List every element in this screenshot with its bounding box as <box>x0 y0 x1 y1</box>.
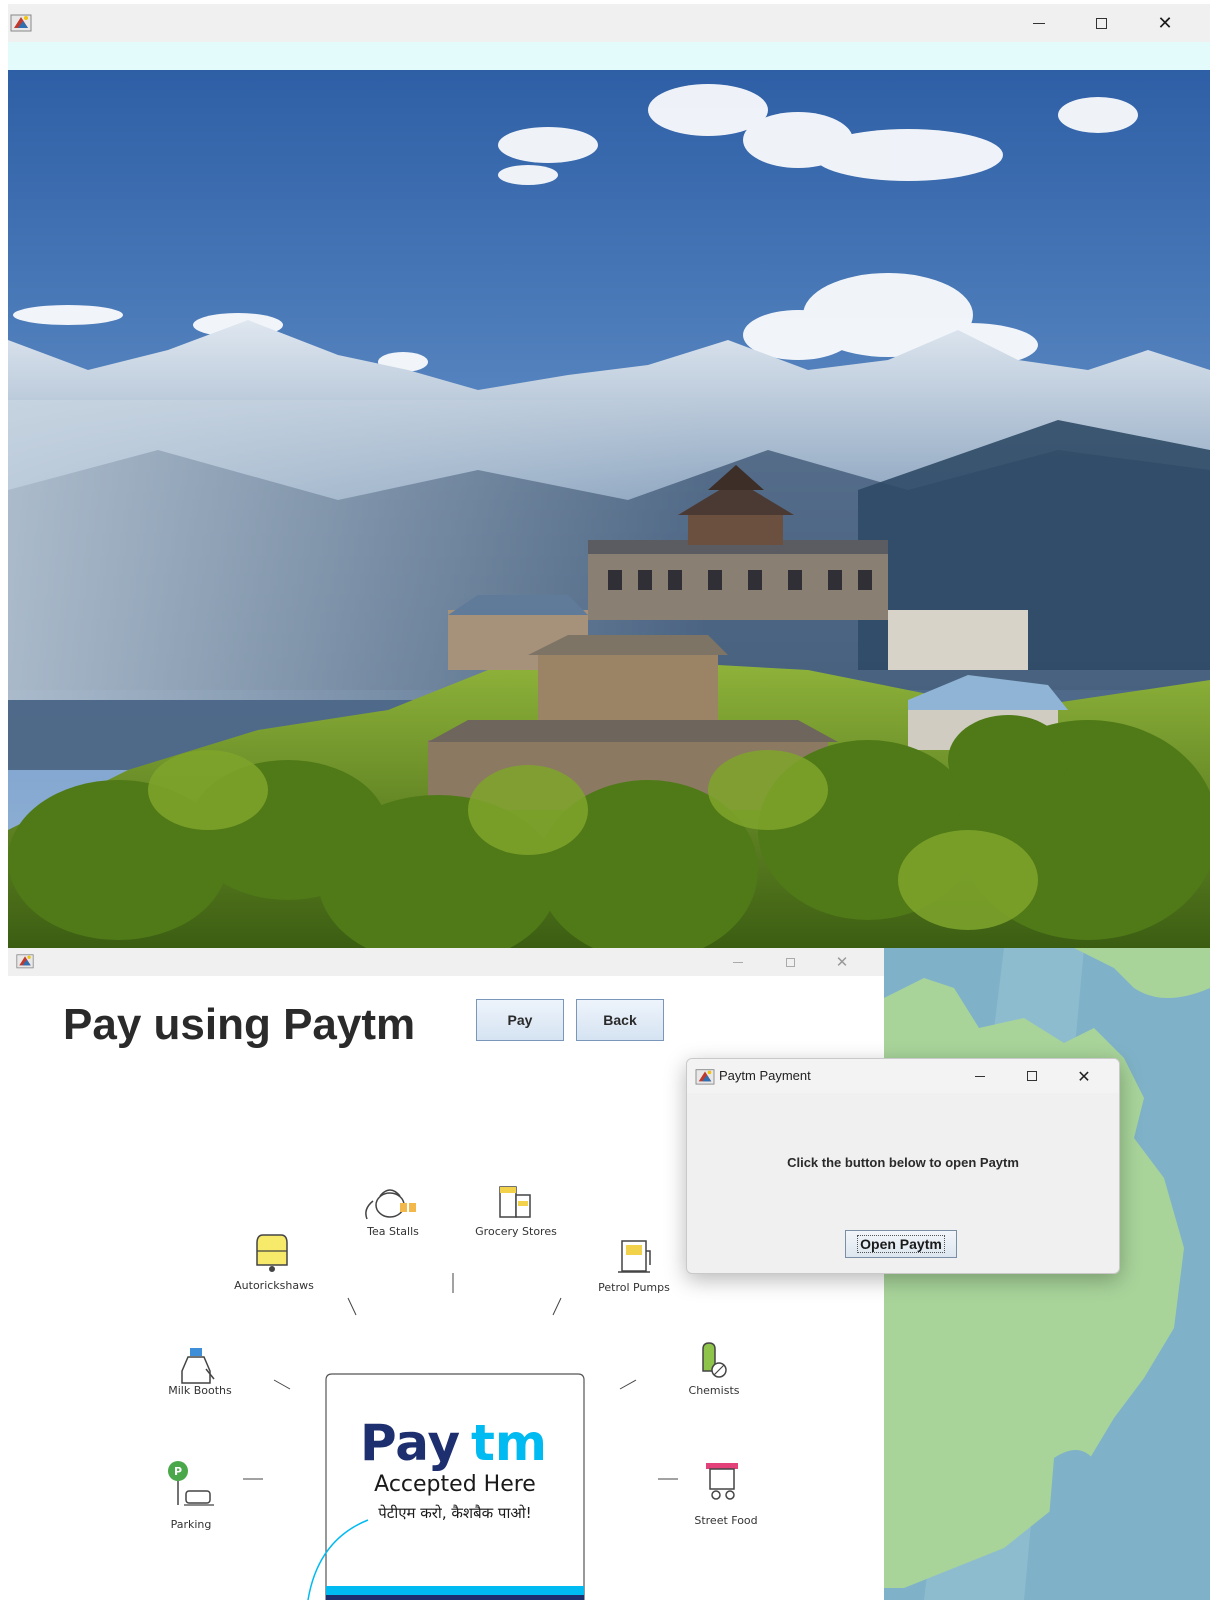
kettle-icon <box>365 1189 416 1220</box>
category-label: Chemists <box>689 1384 740 1397</box>
payment-title-bar[interactable]: ✕ <box>8 948 884 976</box>
paytm-logo-tm: tm <box>471 1414 547 1472</box>
open-paytm-button-label: Open Paytm <box>857 1235 945 1253</box>
parking-icon: P <box>168 1461 214 1506</box>
minimize-button[interactable] <box>718 948 758 976</box>
close-button[interactable]: ✕ <box>1061 1059 1107 1093</box>
landscape-image <box>8 70 1210 948</box>
window-strip <box>8 42 1210 70</box>
hindi-tagline: पेटीएम करो, कैशबैक पाओ! <box>378 1504 531 1522</box>
maximize-button[interactable] <box>1009 1059 1055 1093</box>
minimize-button[interactable] <box>1016 4 1062 42</box>
category-label: Petrol Pumps <box>598 1281 670 1294</box>
fuel-pump-icon <box>618 1240 651 1273</box>
close-button[interactable]: ✕ <box>822 948 862 976</box>
java-app-icon <box>16 954 34 969</box>
java-app-icon <box>695 1069 715 1085</box>
payment-window: ✕ Pay using Paytm Pay Back Tea Stalls Gr… <box>8 948 884 1600</box>
paytm-payment-dialog: Paytm Payment ✕ Click the button below t… <box>686 1058 1120 1274</box>
category-label: Autorickshaws <box>234 1279 314 1292</box>
minimize-button[interactable] <box>957 1059 1003 1093</box>
category-label: Grocery Stores <box>475 1225 557 1238</box>
accepted-here-text: Accepted Here <box>374 1472 536 1497</box>
category-label: Parking <box>171 1518 212 1531</box>
maximize-button[interactable] <box>770 948 810 976</box>
paytm-accepted-card: Pay tm Accepted Here पेटीएम करो, कैशबैक … <box>307 1373 585 1600</box>
category-label: Milk Booths <box>168 1384 232 1397</box>
close-button[interactable]: ✕ <box>1142 4 1188 42</box>
paytm-logo-pay: Pay <box>360 1414 460 1472</box>
back-button[interactable]: Back <box>576 999 664 1041</box>
pay-button[interactable]: Pay <box>476 999 564 1041</box>
food-cart-icon <box>706 1463 738 1500</box>
autorickshaw-icon <box>256 1234 288 1272</box>
dialog-title-bar[interactable]: Paytm Payment ✕ <box>687 1059 1119 1093</box>
maximize-button[interactable] <box>1078 4 1124 42</box>
page-title: Pay using Paytm <box>63 1000 416 1049</box>
main-window: ✕ <box>8 4 1210 948</box>
dialog-title: Paytm Payment <box>719 1068 811 1083</box>
desktop-wallpaper <box>884 948 1210 1600</box>
dialog-message: Click the button below to open Paytm <box>787 1155 1019 1170</box>
svg-text:P: P <box>174 1465 182 1478</box>
pill-icon <box>702 1342 727 1378</box>
category-label: Tea Stalls <box>366 1225 419 1238</box>
open-paytm-button[interactable]: Open Paytm <box>845 1230 957 1258</box>
jars-icon <box>499 1186 531 1218</box>
category-label: Street Food <box>694 1514 757 1527</box>
main-title-bar[interactable]: ✕ <box>8 4 1210 42</box>
milk-bottle-icon <box>181 1348 215 1384</box>
java-app-icon <box>10 14 32 32</box>
